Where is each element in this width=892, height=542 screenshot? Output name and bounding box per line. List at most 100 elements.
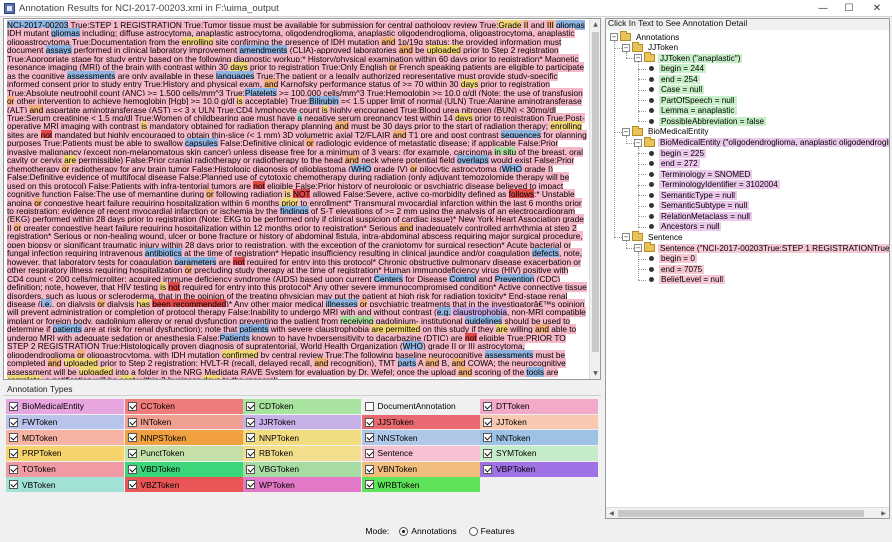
checkbox[interactable] — [246, 417, 255, 427]
annotation-type-nntoken[interactable]: NNToken — [480, 430, 598, 446]
checkbox[interactable] — [9, 433, 18, 443]
radio-icon[interactable] — [399, 526, 409, 536]
scrollbar-thumb[interactable] — [592, 32, 599, 352]
checkbox[interactable] — [364, 417, 374, 427]
annotation-type-intoken[interactable]: INToken — [124, 414, 243, 430]
annotation-type-vbtoken[interactable]: VBToken — [6, 477, 124, 493]
checkbox[interactable] — [483, 464, 492, 474]
annotation-type-rbtoken[interactable]: RBToken — [243, 446, 361, 461]
annotated-token[interactable]: are — [544, 366, 559, 377]
checkbox[interactable] — [364, 401, 374, 411]
annotation-type-jjtoken[interactable]: JJToken — [480, 414, 598, 430]
checkbox[interactable] — [127, 464, 137, 474]
checkbox[interactable] — [483, 417, 492, 427]
checkbox[interactable] — [483, 448, 492, 458]
tree-node[interactable]: − JJToken — [622, 41, 680, 53]
checkbox[interactable] — [364, 464, 374, 474]
annotated-token[interactable]: sent — [119, 375, 136, 379]
collapse-icon[interactable]: − — [610, 33, 618, 41]
tree-leaf[interactable]: Lemma = anaplastic — [646, 106, 737, 116]
checkbox[interactable] — [9, 480, 18, 490]
tree-leaf[interactable]: PossibleAbbreviation = false — [646, 116, 767, 126]
tree-node[interactable]: − Sentence ("NCI-2017-00203True:STEP 1 RE… — [634, 242, 889, 253]
annotation-type-fwtoken[interactable]: FWToken — [6, 414, 124, 430]
horizontal-scrollbar[interactable]: ◀ ▶ — [606, 507, 889, 518]
annotated-document-text[interactable]: NCI-2017-00203 True:STEP 1 REGISTRATION … — [7, 20, 587, 379]
annotation-type-mdtoken[interactable]: MDToken — [6, 430, 124, 446]
tree-leaf[interactable]: begin = 244 — [646, 64, 707, 74]
checkbox[interactable] — [9, 417, 18, 427]
scroll-down-icon[interactable]: ▼ — [590, 368, 600, 379]
annotation-type-documentannotation[interactable]: DocumentAnnotation — [361, 399, 480, 414]
collapse-icon[interactable]: − — [622, 43, 630, 52]
document-text-area[interactable]: NCI-2017-00203 True:STEP 1 REGISTRATION … — [4, 19, 590, 379]
tree-node[interactable]: − JJToken ("anaplastic") — [634, 52, 743, 63]
tree-leaf[interactable]: PartOfSpeech = null — [646, 95, 737, 105]
collapse-icon[interactable]: − — [622, 127, 630, 136]
tree-leaf[interactable]: end = 254 — [646, 74, 700, 84]
annotation-type-vbntoken[interactable]: VBNToken — [361, 461, 480, 477]
tree-leaf[interactable]: end = 272 — [646, 159, 700, 169]
tree-leaf[interactable]: Ancestors = null — [646, 222, 722, 232]
tree-leaf[interactable]: SemanticSubtype = null — [646, 201, 750, 211]
document-text-panel[interactable]: NCI-2017-00203 True:STEP 1 REGISTRATION … — [3, 18, 601, 380]
annotation-type-vbgtoken[interactable]: VBGToken — [243, 461, 361, 477]
collapse-icon[interactable]: − — [634, 138, 642, 147]
checkbox[interactable] — [246, 464, 255, 474]
checkbox[interactable] — [9, 401, 18, 411]
annotation-type-dttoken[interactable]: DTToken — [480, 399, 598, 414]
annotation-type-vbztoken[interactable]: VBZToken — [124, 477, 243, 493]
annotation-type-nnptoken[interactable]: NNPToken — [243, 430, 361, 446]
scrollbar-thumb[interactable] — [618, 510, 864, 517]
annotated-token[interactable]: , a notification will be — [40, 375, 120, 379]
tree-leaf[interactable]: Case = null — [646, 85, 705, 95]
checkbox[interactable] — [483, 433, 492, 443]
annotation-type-cdtoken[interactable]: CDToken — [243, 399, 361, 414]
annotated-token[interactable]: within 3 business — [135, 375, 204, 379]
collapse-icon[interactable]: − — [634, 244, 642, 252]
checkbox[interactable] — [246, 433, 255, 443]
checkbox[interactable] — [364, 448, 374, 458]
close-button[interactable]: ✕ — [862, 0, 892, 17]
checkbox[interactable] — [127, 433, 137, 443]
tree-node[interactable]: − Sentence — [622, 231, 685, 242]
checkbox[interactable] — [9, 448, 18, 458]
minimize-button[interactable]: — — [810, 0, 836, 17]
annotated-token[interactable]: scoring of the — [472, 366, 527, 377]
annotation-type-vbptoken[interactable]: VBPToken — [480, 461, 598, 477]
checkbox[interactable] — [127, 448, 137, 458]
annotated-token[interactable]: to the research — [220, 375, 279, 379]
checkbox[interactable] — [127, 401, 137, 411]
tree-leaf[interactable]: SemanticType = null — [646, 190, 737, 200]
annotated-token[interactable]: tools — [526, 366, 545, 377]
tree-leaf[interactable]: end = 7075 — [646, 264, 705, 274]
checkbox[interactable] — [246, 448, 255, 458]
scroll-left-icon[interactable]: ◀ — [606, 508, 617, 518]
annotation-type-wrbtoken[interactable]: WRBToken — [361, 477, 480, 493]
mode-annotations-radio[interactable]: Annotations — [399, 526, 457, 536]
annotated-token[interactable]: complete — [7, 375, 41, 379]
annotation-type-nnstoken[interactable]: NNSToken — [361, 430, 480, 446]
checkbox[interactable] — [246, 480, 255, 490]
tree-leaf[interactable]: RelationMetaclass = null — [646, 211, 752, 221]
annotation-type-totoken[interactable]: TOToken — [6, 461, 124, 477]
scroll-up-icon[interactable]: ▲ — [590, 19, 600, 30]
mode-features-radio[interactable]: Features — [468, 526, 515, 536]
tree-node[interactable]: − Annotations — [610, 31, 681, 42]
maximize-button[interactable]: ☐ — [836, 0, 862, 17]
tree-leaf[interactable]: BeliefLevel = null — [646, 275, 726, 285]
checkbox[interactable] — [483, 401, 492, 411]
annotated-token[interactable]: and — [458, 366, 473, 377]
annotation-type-wptoken[interactable]: WPToken — [243, 477, 361, 493]
annotation-type-cctoken[interactable]: CCToken — [124, 399, 243, 414]
checkbox[interactable] — [127, 480, 137, 490]
annotation-type-vbdtoken[interactable]: VBDToken — [124, 461, 243, 477]
radio-icon[interactable] — [468, 526, 478, 536]
annotation-type-sentence[interactable]: Sentence — [361, 446, 480, 461]
tree-node[interactable]: − BioMedicalEntity — [622, 125, 711, 137]
tree-node[interactable]: − BioMedicalEntity ("oligodendroglioma, a… — [634, 136, 889, 148]
collapse-icon[interactable]: − — [634, 54, 642, 63]
checkbox[interactable] — [9, 464, 18, 474]
annotation-type-jjstoken[interactable]: JJSToken — [361, 414, 480, 430]
tree-leaf[interactable]: begin = 0 — [646, 254, 697, 264]
